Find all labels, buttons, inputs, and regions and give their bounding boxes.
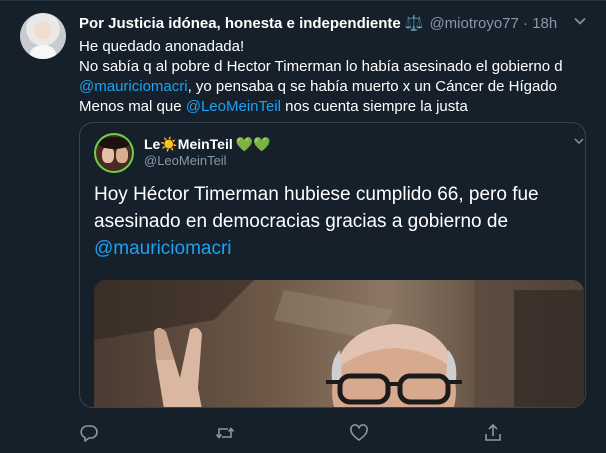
display-name[interactable]: Por Justicia idónea, honesta e independi… <box>79 15 401 32</box>
like-icon[interactable] <box>349 423 369 443</box>
tweet[interactable]: Por Justicia idónea, honesta e independi… <box>0 0 606 453</box>
quoted-text: Hoy Héctor Timerman hubiese cumplido 66,… <box>94 184 539 259</box>
quoted-photo[interactable] <box>94 280 584 407</box>
chevron-down-icon[interactable] <box>573 135 585 147</box>
green-heart-icon: 💚💚 <box>235 136 271 152</box>
photo-of-man-with-glasses-victory-sign-icon <box>94 280 584 407</box>
tweet-text: He quedado anonadada! No sabía q al pobr… <box>79 37 563 117</box>
tweet-line: He quedado anonadada! <box>79 38 245 55</box>
sun-emoji-icon: ☀️ <box>160 136 178 152</box>
scale-emoji-icon: ⚖️ <box>404 15 424 32</box>
reply-icon[interactable] <box>79 423 99 443</box>
quoted-display-name[interactable]: Le☀️MeinTeil 💚💚 <box>144 135 271 153</box>
quoted-handle[interactable]: @LeoMeinTeil <box>144 153 227 169</box>
avatar[interactable] <box>20 13 66 59</box>
mention-link[interactable]: @mauriciomacri <box>94 238 232 259</box>
quoted-tweet[interactable]: Le☀️MeinTeil 💚💚 @LeoMeinTeil Hoy Héctor T… <box>79 122 586 408</box>
retweet-icon[interactable] <box>215 423 235 443</box>
timestamp: 18h <box>532 15 558 32</box>
tweet-actions <box>79 423 501 443</box>
tweet-line: @mauriciomacri, yo pensaba q se había mu… <box>79 78 557 95</box>
handle[interactable]: @miotroyo77 · 18h <box>429 15 557 32</box>
chevron-down-icon[interactable] <box>573 14 587 28</box>
mention-link[interactable]: @LeoMeinTeil <box>186 98 281 115</box>
mention-link[interactable]: @mauriciomacri <box>79 78 188 95</box>
quoted-avatar[interactable] <box>94 133 134 173</box>
tweet-header: Por Justicia idónea, honesta e independi… <box>79 14 557 34</box>
tweet-line: Menos mal que @LeoMeinTeil nos cuenta si… <box>79 98 468 115</box>
share-icon[interactable] <box>483 423 503 443</box>
tweet-line: No sabía q al pobre d Hector Timerman lo… <box>79 58 563 75</box>
